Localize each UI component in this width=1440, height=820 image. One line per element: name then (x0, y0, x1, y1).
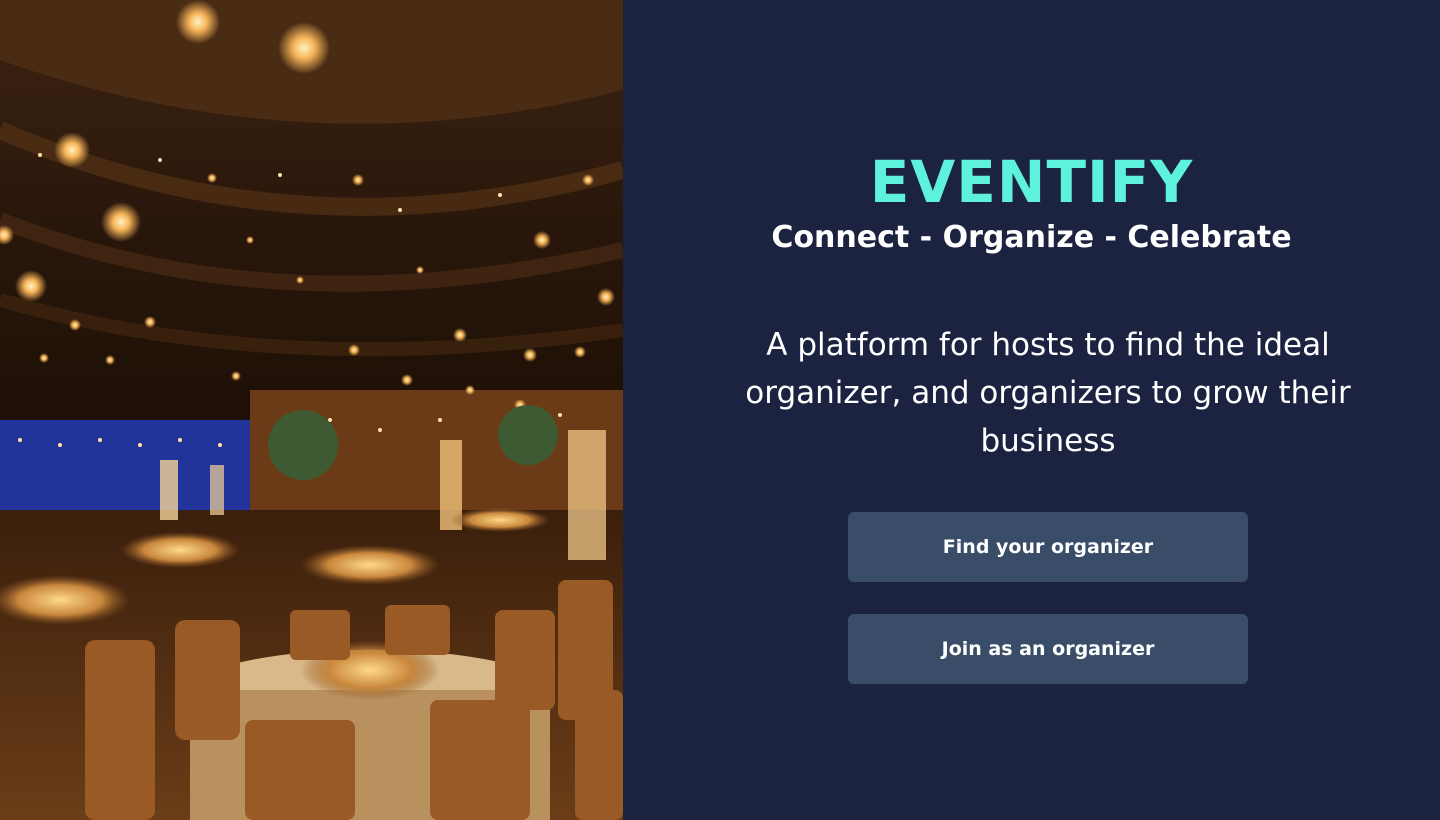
join-organizer-button[interactable]: Join as an organizer (848, 614, 1248, 684)
hero-image (0, 0, 623, 820)
brand-title: EVENTIFY (869, 148, 1194, 216)
landing-page: EVENTIFY Connect - Organize - Celebrate … (0, 0, 1440, 820)
event-venue-illustration (0, 0, 623, 820)
intro-panel: EVENTIFY Connect - Organize - Celebrate … (623, 0, 1440, 820)
find-organizer-button[interactable]: Find your organizer (848, 512, 1248, 582)
platform-description: A platform for hosts to find the ideal o… (745, 327, 1351, 459)
brand-tagline: Connect - Organize - Celebrate (771, 220, 1292, 255)
